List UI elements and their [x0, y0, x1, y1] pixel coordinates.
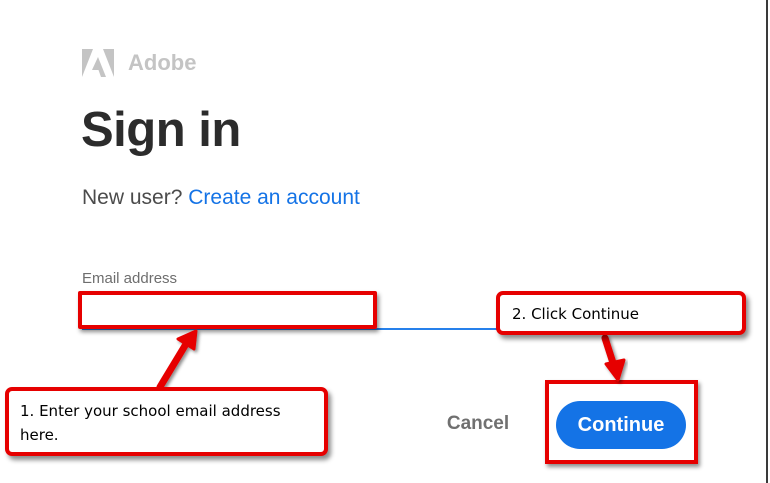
step2-text: 2. Click Continue [512, 305, 640, 323]
arrow-to-email-icon [156, 329, 198, 391]
step1-text: 1. Enter your school email address here. [20, 402, 281, 444]
step1-callout: 1. Enter your school email address here. [5, 387, 328, 456]
step2-callout: 2. Click Continue [496, 291, 746, 335]
arrow-to-continue-icon [601, 334, 626, 382]
